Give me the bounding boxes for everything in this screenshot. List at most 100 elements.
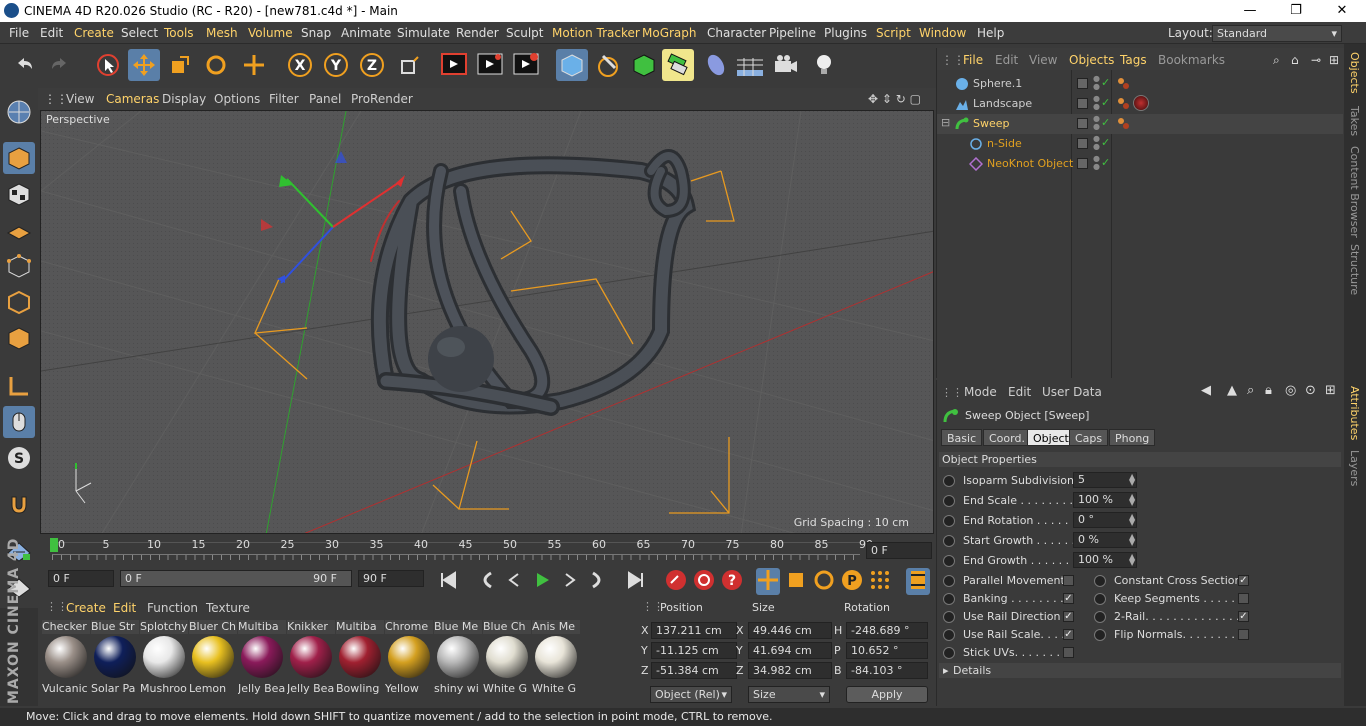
material-item[interactable]: Multiba Bowling	[336, 620, 384, 700]
attr-checkbox[interactable]: ✓	[1063, 629, 1074, 640]
animate-radio[interactable]	[943, 647, 955, 659]
side-tab-layers[interactable]: Layers	[1348, 450, 1361, 486]
coord-size-field[interactable]: 49.446 cm	[748, 622, 832, 639]
new-window-icon[interactable]: ⊞	[1329, 53, 1339, 67]
attr-field-value[interactable]: 0 °	[1073, 512, 1137, 528]
object-row[interactable]: Landscape ● ● ✓	[937, 94, 1343, 114]
details-section[interactable]: ▸ Details	[939, 663, 1341, 678]
enabled-check-icon[interactable]: ✓	[1101, 116, 1110, 129]
material-item[interactable]: Chrome Yellow	[385, 620, 433, 700]
key-rotation-icon[interactable]	[812, 568, 836, 595]
undo-icon[interactable]	[8, 49, 40, 81]
material-grip-icon[interactable]: ⋮⋮	[46, 600, 68, 613]
attr-menu-edit[interactable]: Edit	[1008, 385, 1031, 399]
render-settings-icon[interactable]	[510, 49, 542, 81]
visibility-dots-icon[interactable]: ● ●	[1093, 155, 1100, 171]
autokey-icon[interactable]	[692, 568, 716, 595]
prev-frame-icon[interactable]	[502, 568, 526, 595]
minimize-button[interactable]: —	[1228, 0, 1272, 22]
back-arrow-icon[interactable]: ◀	[1201, 383, 1211, 398]
coord-position-field[interactable]: -11.125 cm	[651, 642, 737, 659]
pen-tool-icon[interactable]	[592, 49, 624, 81]
side-tab-attributes[interactable]: Attributes	[1348, 386, 1361, 440]
spinner-icon[interactable]: ▲ ▼	[1129, 493, 1135, 507]
obj-menu-bookmarks[interactable]: Bookmarks	[1158, 53, 1225, 67]
key-parameter-icon[interactable]: P	[840, 568, 864, 595]
goto-end-icon[interactable]	[624, 568, 648, 595]
snap-icon[interactable]	[3, 488, 35, 520]
obj-menu-view[interactable]: View	[1029, 53, 1057, 67]
maximize-button[interactable]: ❐	[1274, 0, 1318, 22]
side-tab-content-browser[interactable]: Content Browser	[1348, 146, 1361, 238]
solo-mode-icon[interactable]: S	[3, 442, 35, 474]
visibility-dots-icon[interactable]: ● ●	[1093, 75, 1100, 91]
coord-mode-select[interactable]: Object (Rel) ▾	[650, 686, 732, 703]
material-item[interactable]: Blue Ch White G	[483, 620, 531, 700]
key-pla-icon[interactable]	[868, 568, 892, 595]
live-selection-icon[interactable]	[92, 49, 124, 81]
object-name[interactable]: Sweep	[973, 117, 1010, 130]
material-item[interactable]: Knikker Jelly Bea	[287, 620, 335, 700]
viewport-menu-prorender[interactable]: ProRender	[351, 92, 413, 106]
attr-field-value[interactable]: 5	[1073, 472, 1137, 488]
animate-radio[interactable]	[943, 555, 955, 567]
render-view-icon[interactable]	[438, 49, 470, 81]
object-name[interactable]: n-Side	[987, 137, 1022, 150]
attr-checkbox[interactable]: ✓	[1063, 593, 1074, 604]
viewport-menu-view[interactable]: View	[66, 92, 94, 106]
play-icon[interactable]	[530, 568, 554, 595]
object-name[interactable]: NeoKnot Object	[987, 157, 1073, 170]
layer-icon[interactable]	[1077, 138, 1088, 149]
side-tab-objects[interactable]: Objects	[1348, 52, 1361, 94]
animate-radio[interactable]	[943, 593, 955, 605]
obj-menu-file[interactable]: File	[963, 53, 983, 67]
timeline-playhead[interactable]	[50, 538, 58, 552]
menu-pipeline[interactable]: Pipeline	[769, 26, 816, 40]
environment-icon[interactable]	[734, 49, 766, 81]
spinner-icon[interactable]: ▲ ▼	[1129, 533, 1135, 547]
deformer-icon[interactable]	[700, 49, 732, 81]
menu-snap[interactable]: Snap	[301, 26, 331, 40]
collapse-icon[interactable]: ⊟	[941, 116, 950, 129]
coord-position-field[interactable]: 137.211 cm	[651, 622, 737, 639]
cube-primitive-icon[interactable]	[628, 49, 660, 81]
material-menu-edit[interactable]: Edit	[113, 601, 136, 615]
coordinate-system-icon[interactable]	[394, 49, 426, 81]
attr-checkbox[interactable]	[1238, 593, 1249, 604]
material-menu-function[interactable]: Function	[147, 601, 198, 615]
menu-select[interactable]: Select	[121, 26, 158, 40]
viewport-menu-panel[interactable]: Panel	[309, 92, 341, 106]
material-item[interactable]: Multiba Jelly Bea	[238, 620, 286, 700]
key-scale-icon[interactable]	[784, 568, 808, 595]
obj-menu-tags[interactable]: Tags	[1120, 53, 1147, 67]
next-frame-icon[interactable]	[558, 568, 582, 595]
animate-radio[interactable]	[1094, 593, 1106, 605]
close-button[interactable]: ✕	[1320, 0, 1364, 22]
spinner-icon[interactable]: ▲ ▼	[1129, 513, 1135, 527]
light-icon[interactable]	[808, 49, 840, 81]
menu-edit[interactable]: Edit	[40, 26, 63, 40]
coord-size-select[interactable]: Size ▾	[748, 686, 830, 703]
menu-sculpt[interactable]: Sculpt	[506, 26, 543, 40]
tab-object[interactable]: Object	[1027, 429, 1075, 446]
material-menu-create[interactable]: Create	[66, 601, 106, 615]
z-axis-icon[interactable]: Z	[356, 49, 388, 81]
search-icon[interactable]: ⌕	[1247, 383, 1254, 398]
object-row[interactable]: NeoKnot Object ● ● ✓	[937, 154, 1343, 174]
menu-plugins[interactable]: Plugins	[824, 26, 867, 40]
viewport-menu-options[interactable]: Options	[214, 92, 260, 106]
spinner-icon[interactable]: ▲ ▼	[1129, 473, 1135, 487]
layout-select[interactable]: Standard ▾	[1212, 25, 1342, 42]
next-key-icon[interactable]	[586, 568, 610, 595]
viewport-nav-icons[interactable]: ✥ ⇕ ↻ ▢	[868, 92, 921, 106]
obj-menu-objects[interactable]: Objects	[1069, 53, 1114, 67]
tab-phong[interactable]: Phong	[1109, 429, 1156, 446]
side-tab-takes[interactable]: Takes	[1348, 106, 1361, 136]
timeline[interactable]: 051015202530354045505560657075808590 0 F	[40, 536, 934, 566]
material-item[interactable]: Checker Vulcanic	[42, 620, 90, 700]
animate-radio[interactable]	[943, 515, 955, 527]
layer-icon[interactable]	[1077, 78, 1088, 89]
viewport-grip-icon[interactable]: ⋮⋮	[44, 92, 68, 106]
new-window-icon[interactable]: ⊞	[1325, 383, 1336, 398]
obj-menu-edit[interactable]: Edit	[995, 53, 1018, 67]
